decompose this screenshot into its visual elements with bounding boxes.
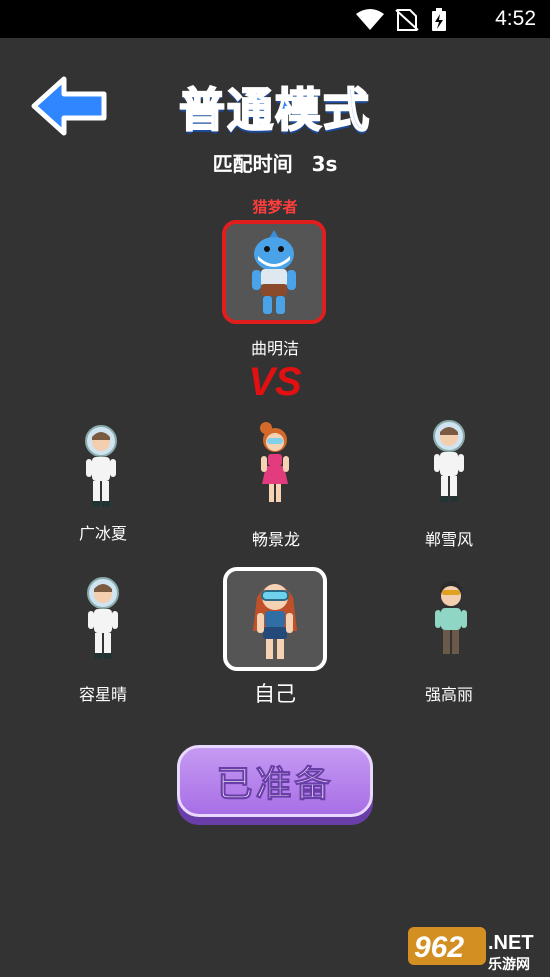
battery-charging-icon [432,8,446,31]
page-title: 普通模式 [178,82,371,138]
ready-button-label: 已准备 [216,764,334,806]
player-name: 郸雪风 [424,530,473,549]
self-name: 自己 [254,682,296,706]
hunter-avatar-card [222,220,326,324]
diver-girl-character-icon [253,584,297,659]
boy-character-icon [428,576,474,668]
ready-button[interactable]: 已准备 [177,745,373,825]
self-avatar-card [223,567,327,671]
no-sim-icon [395,9,419,31]
astronaut-character-icon [78,425,124,515]
player-name: 广冰夏 [78,524,127,543]
match-time-row: 匹配时间 3s [0,148,550,177]
girl-character-icon [252,420,298,512]
status-icons [354,8,464,36]
status-time: 4:52 [495,7,536,30]
vs-text: VS [248,360,302,404]
hunter-name: 曲明洁 [250,339,299,358]
player-name: 畅景龙 [251,530,300,549]
astronaut-character-icon [426,420,472,510]
match-time-label: 匹配时间 [212,152,293,176]
player-name: 强高丽 [424,685,473,704]
wifi-icon [356,9,384,30]
hunter-role-label: 猎梦者 [252,198,298,216]
player-name: 容星晴 [78,685,127,704]
svg-text:乐游网: 乐游网 [488,956,530,973]
shark-character-icon [252,230,296,314]
match-time-value: 3s [311,152,338,176]
svg-text:962: 962 [414,931,464,964]
status-bar: 4:52 [0,0,550,38]
site-watermark-logo: 962 .NET 乐游网 [408,925,548,973]
svg-text:.NET: .NET [488,932,534,954]
astronaut-character-icon [80,575,126,669]
